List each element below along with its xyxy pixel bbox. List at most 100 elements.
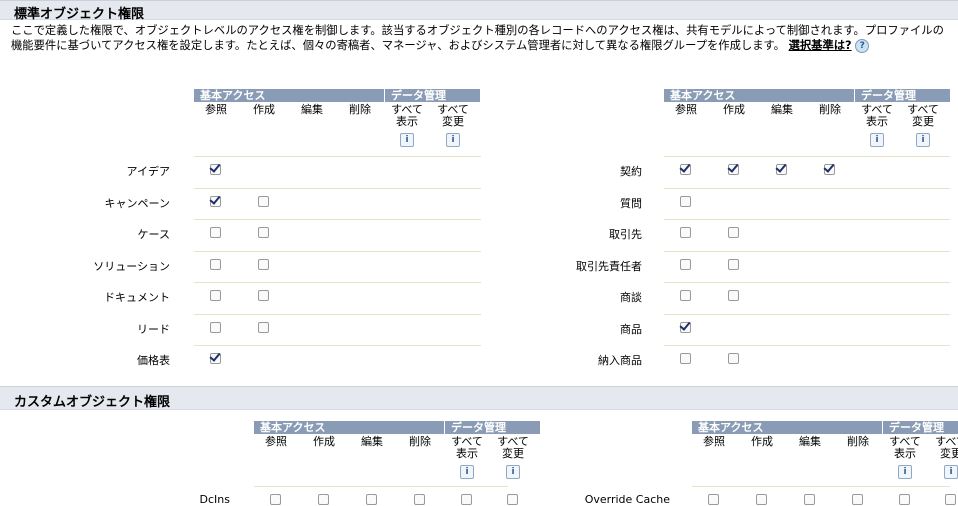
checkbox-unchecked[interactable]	[756, 494, 767, 505]
row-label: Override Cache	[584, 493, 670, 506]
checkbox-unchecked[interactable]	[680, 353, 691, 364]
row-label: 契約	[620, 165, 642, 178]
view-all-info-icon[interactable]: i	[898, 465, 912, 479]
checkbox-unchecked[interactable]	[680, 290, 691, 301]
standard-description: ここで定義した権限で、オブジェクトレベルのアクセス権を制御します。該当するオブジ…	[11, 24, 947, 53]
row-label: キャンペーン	[104, 196, 170, 210]
checkbox-checked[interactable]	[210, 164, 221, 175]
checkbox-unchecked[interactable]	[210, 290, 221, 301]
checkbox-unchecked[interactable]	[210, 321, 221, 333]
data-management-header: データ管理	[445, 421, 540, 434]
checkbox-unchecked[interactable]	[728, 227, 739, 238]
row-divider	[664, 250, 950, 252]
row-divider	[194, 219, 481, 220]
basic-access-header: 基本アクセス	[254, 421, 444, 434]
col-header-delete: 削除	[409, 435, 431, 448]
data-management-header: データ管理	[883, 421, 958, 434]
view-all-info-icon[interactable]: i	[460, 465, 474, 479]
modify-all-info-icon[interactable]: i	[944, 465, 958, 479]
checkbox-unchecked[interactable]	[680, 258, 691, 270]
checkbox-unchecked[interactable]	[210, 227, 221, 238]
modify-all-info-icon[interactable]: i	[446, 133, 460, 147]
checkbox-unchecked[interactable]	[270, 494, 281, 505]
col-header-read: 参照	[703, 435, 725, 448]
checkbox-unchecked[interactable]	[728, 258, 739, 270]
col-header-edit: 編集	[771, 103, 793, 116]
checkbox-checked[interactable]	[776, 164, 787, 175]
col-header-modify-all-2: 変更	[940, 447, 958, 460]
row-label: ドキュメント	[104, 291, 170, 304]
row-divider	[194, 282, 481, 283]
checkbox-unchecked[interactable]	[680, 227, 691, 238]
col-header-create: 作成	[751, 435, 773, 448]
row-divider	[664, 282, 950, 283]
checkbox-unchecked[interactable]	[680, 195, 691, 207]
checkbox-unchecked[interactable]	[258, 321, 269, 333]
standard-section-header: 標準オブジェクト権限	[0, 0, 958, 22]
modify-all-info-icon[interactable]: i	[506, 465, 520, 479]
help-icon[interactable]: ?	[855, 38, 870, 53]
row-label: 商談	[620, 291, 642, 304]
col-header-create: 作成	[313, 435, 335, 448]
row-label: アイデア	[126, 165, 170, 178]
row-divider	[664, 187, 950, 189]
row-divider	[664, 313, 950, 315]
checkbox-unchecked[interactable]	[899, 494, 910, 505]
row-divider	[664, 345, 950, 346]
checkbox-unchecked[interactable]	[210, 258, 221, 270]
basic-access-header: 基本アクセス	[664, 89, 854, 102]
standard-section-title: 標準オブジェクト権限	[14, 7, 145, 22]
checkbox-checked[interactable]	[824, 164, 835, 175]
checkbox-unchecked[interactable]	[728, 353, 739, 364]
checkbox-unchecked[interactable]	[318, 494, 329, 505]
checkbox-unchecked[interactable]	[708, 494, 719, 505]
checkbox-unchecked[interactable]	[728, 290, 739, 301]
col-header-read: 参照	[265, 435, 287, 448]
col-header-modify-all-2: 変更	[442, 115, 464, 128]
selection-criteria-link[interactable]: 選択基準は?	[789, 39, 852, 52]
checkbox-checked[interactable]	[680, 164, 691, 175]
checkbox-checked[interactable]	[210, 195, 221, 207]
col-header-view-all-2: 表示	[894, 447, 916, 460]
row-label: 取引先	[609, 228, 642, 241]
row-divider	[194, 250, 481, 252]
row-divider	[194, 313, 481, 315]
row-divider	[692, 486, 950, 487]
col-header-create: 作成	[253, 103, 275, 116]
view-all-info-icon[interactable]: i	[400, 133, 414, 147]
checkbox-checked[interactable]	[210, 353, 221, 364]
col-header-view-all-2: 表示	[456, 447, 478, 460]
checkbox-unchecked[interactable]	[258, 258, 269, 270]
row-label: 商品	[620, 322, 642, 336]
col-header-modify-all-2: 変更	[502, 447, 524, 460]
col-header-view-all-2: 表示	[866, 115, 888, 128]
col-header-read: 参照	[675, 103, 697, 116]
custom-section-title: カスタムオブジェクト権限	[14, 395, 171, 410]
checkbox-unchecked[interactable]	[258, 227, 269, 238]
modify-all-info-icon[interactable]: i	[916, 133, 930, 147]
col-header-view-all-2: 表示	[396, 115, 418, 128]
col-header-edit: 編集	[799, 435, 821, 448]
data-management-header: データ管理	[855, 89, 950, 102]
row-label: DcIns	[199, 493, 230, 506]
row-divider	[664, 156, 950, 157]
checkbox-unchecked[interactable]	[804, 494, 815, 505]
row-label: リード	[137, 322, 170, 336]
col-header-modify-all-2: 変更	[912, 115, 934, 128]
checkbox-unchecked[interactable]	[414, 494, 425, 505]
row-divider	[194, 187, 481, 189]
basic-access-header: 基本アクセス	[692, 421, 882, 434]
checkbox-unchecked[interactable]	[852, 494, 863, 505]
row-divider	[664, 219, 950, 220]
checkbox-unchecked[interactable]	[366, 494, 377, 505]
checkbox-checked[interactable]	[680, 321, 691, 333]
row-divider	[194, 345, 481, 346]
checkbox-unchecked[interactable]	[258, 290, 269, 301]
row-label: 質問	[620, 196, 642, 210]
custom-section-header: カスタムオブジェクト権限	[0, 386, 958, 410]
checkbox-unchecked[interactable]	[945, 494, 956, 505]
view-all-info-icon[interactable]: i	[870, 133, 884, 147]
checkbox-unchecked[interactable]	[258, 195, 269, 207]
checkbox-checked[interactable]	[728, 164, 739, 175]
row-divider	[254, 486, 508, 487]
